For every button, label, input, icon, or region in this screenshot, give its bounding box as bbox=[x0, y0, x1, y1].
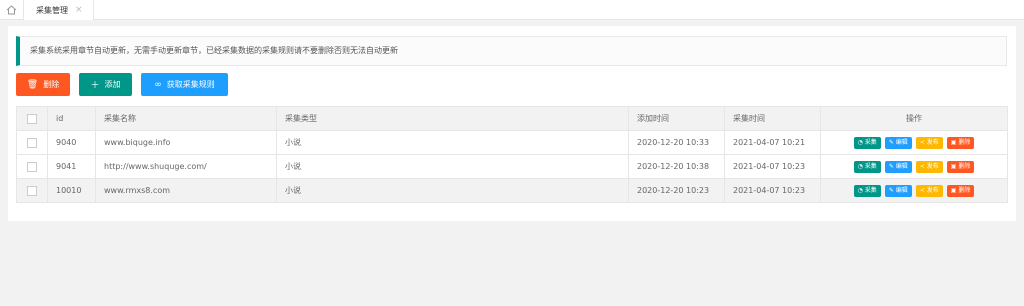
header-id: id bbox=[47, 106, 96, 131]
cell-type: 小说 bbox=[276, 178, 629, 203]
cell-name: http://www.shuquge.com/ bbox=[95, 154, 277, 179]
cell-actions: ◔ 采集 ✎ 编辑 ≺ 发布 ▣ 删除 bbox=[820, 130, 1008, 155]
add-button[interactable]: ＋ 添加 bbox=[79, 73, 132, 96]
row-checkbox[interactable] bbox=[16, 154, 48, 179]
collect-button[interactable]: ◔ 采集 bbox=[853, 184, 881, 197]
cell-id: 10010 bbox=[47, 178, 96, 203]
row-delete-button[interactable]: ▣ 删除 bbox=[946, 136, 975, 149]
trash-icon: 🗑 bbox=[26, 79, 39, 90]
fetch-rules-button[interactable]: ∞ 获取采集规则 bbox=[141, 73, 228, 96]
row-checkbox[interactable] bbox=[16, 178, 48, 203]
tab-label: 采集管理 bbox=[36, 5, 68, 15]
cell-actions: ◔ 采集 ✎ 编辑 ≺ 发布 ▣ 删除 bbox=[820, 178, 1008, 203]
cell-collected: 2021-04-07 10:23 bbox=[724, 178, 821, 203]
tab-collection-management[interactable]: 采集管理 × bbox=[24, 0, 94, 20]
edit-button[interactable]: ✎ 编辑 bbox=[884, 160, 912, 173]
row-delete-button[interactable]: ▣ 删除 bbox=[946, 160, 975, 173]
share-icon: ≺ bbox=[919, 162, 925, 170]
cell-name: www.rmxs8.com bbox=[95, 178, 277, 203]
cell-id: 9040 bbox=[47, 130, 96, 155]
collection-table: id 采集名称 采集类型 添加时间 采集时间 操作 9040 www.biqug… bbox=[16, 106, 1008, 203]
tab-close-icon[interactable]: × bbox=[75, 5, 83, 15]
gauge-icon: ◔ bbox=[857, 186, 863, 194]
select-all-checkbox[interactable] bbox=[16, 106, 48, 131]
plus-icon: ＋ bbox=[90, 81, 100, 91]
cell-collected: 2021-04-07 10:21 bbox=[724, 130, 821, 155]
tab-bar: 采集管理 × bbox=[0, 0, 1024, 20]
table-header-row: id 采集名称 采集类型 添加时间 采集时间 操作 bbox=[16, 106, 1008, 131]
trash-icon: ▣ bbox=[950, 186, 957, 194]
table-row: 9040 www.biquge.info 小说 2020-12-20 10:33… bbox=[16, 130, 1008, 155]
pencil-icon: ✎ bbox=[888, 186, 894, 194]
cell-type: 小说 bbox=[276, 130, 629, 155]
cell-type: 小说 bbox=[276, 154, 629, 179]
link-icon: ∞ bbox=[154, 79, 162, 90]
pencil-icon: ✎ bbox=[888, 162, 894, 170]
cell-added: 2020-12-20 10:23 bbox=[628, 178, 725, 203]
add-button-label: 添加 bbox=[104, 80, 121, 89]
cell-name: www.biquge.info bbox=[95, 130, 277, 155]
delete-button[interactable]: 🗑 删除 bbox=[16, 73, 70, 96]
main-panel: 采集系统采用章节自动更新，无需手动更新章节，已经采集数据的采集规则请不要删除否则… bbox=[8, 26, 1016, 221]
share-icon: ≺ bbox=[919, 186, 925, 194]
collect-button[interactable]: ◔ 采集 bbox=[853, 160, 881, 173]
publish-button[interactable]: ≺ 发布 bbox=[915, 136, 943, 149]
header-actions: 操作 bbox=[820, 106, 1008, 131]
home-icon bbox=[6, 5, 17, 15]
table-row: 10010 www.rmxs8.com 小说 2020-12-20 10:23 … bbox=[16, 178, 1008, 203]
cell-collected: 2021-04-07 10:23 bbox=[724, 154, 821, 179]
header-collected: 采集时间 bbox=[724, 106, 821, 131]
edit-button[interactable]: ✎ 编辑 bbox=[884, 136, 912, 149]
publish-button[interactable]: ≺ 发布 bbox=[915, 160, 943, 173]
delete-button-label: 删除 bbox=[43, 80, 60, 89]
collect-button[interactable]: ◔ 采集 bbox=[853, 136, 881, 149]
cell-added: 2020-12-20 10:33 bbox=[628, 130, 725, 155]
trash-icon: ▣ bbox=[950, 138, 957, 146]
header-added: 添加时间 bbox=[628, 106, 725, 131]
gauge-icon: ◔ bbox=[857, 138, 863, 146]
publish-button[interactable]: ≺ 发布 bbox=[915, 184, 943, 197]
cell-actions: ◔ 采集 ✎ 编辑 ≺ 发布 ▣ 删除 bbox=[820, 154, 1008, 179]
gauge-icon: ◔ bbox=[857, 162, 863, 170]
fetch-rules-button-label: 获取采集规则 bbox=[166, 80, 215, 89]
row-delete-button[interactable]: ▣ 删除 bbox=[946, 184, 975, 197]
edit-button[interactable]: ✎ 编辑 bbox=[884, 184, 912, 197]
cell-id: 9041 bbox=[47, 154, 96, 179]
notice-banner: 采集系统采用章节自动更新，无需手动更新章节，已经采集数据的采集规则请不要删除否则… bbox=[16, 36, 1007, 66]
trash-icon: ▣ bbox=[950, 162, 957, 170]
header-type: 采集类型 bbox=[276, 106, 629, 131]
share-icon: ≺ bbox=[919, 138, 925, 146]
cell-added: 2020-12-20 10:38 bbox=[628, 154, 725, 179]
pencil-icon: ✎ bbox=[888, 138, 894, 146]
home-button[interactable] bbox=[0, 0, 24, 20]
header-name: 采集名称 bbox=[95, 106, 277, 131]
row-checkbox[interactable] bbox=[16, 130, 48, 155]
table-row: 9041 http://www.shuquge.com/ 小说 2020-12-… bbox=[16, 154, 1008, 179]
